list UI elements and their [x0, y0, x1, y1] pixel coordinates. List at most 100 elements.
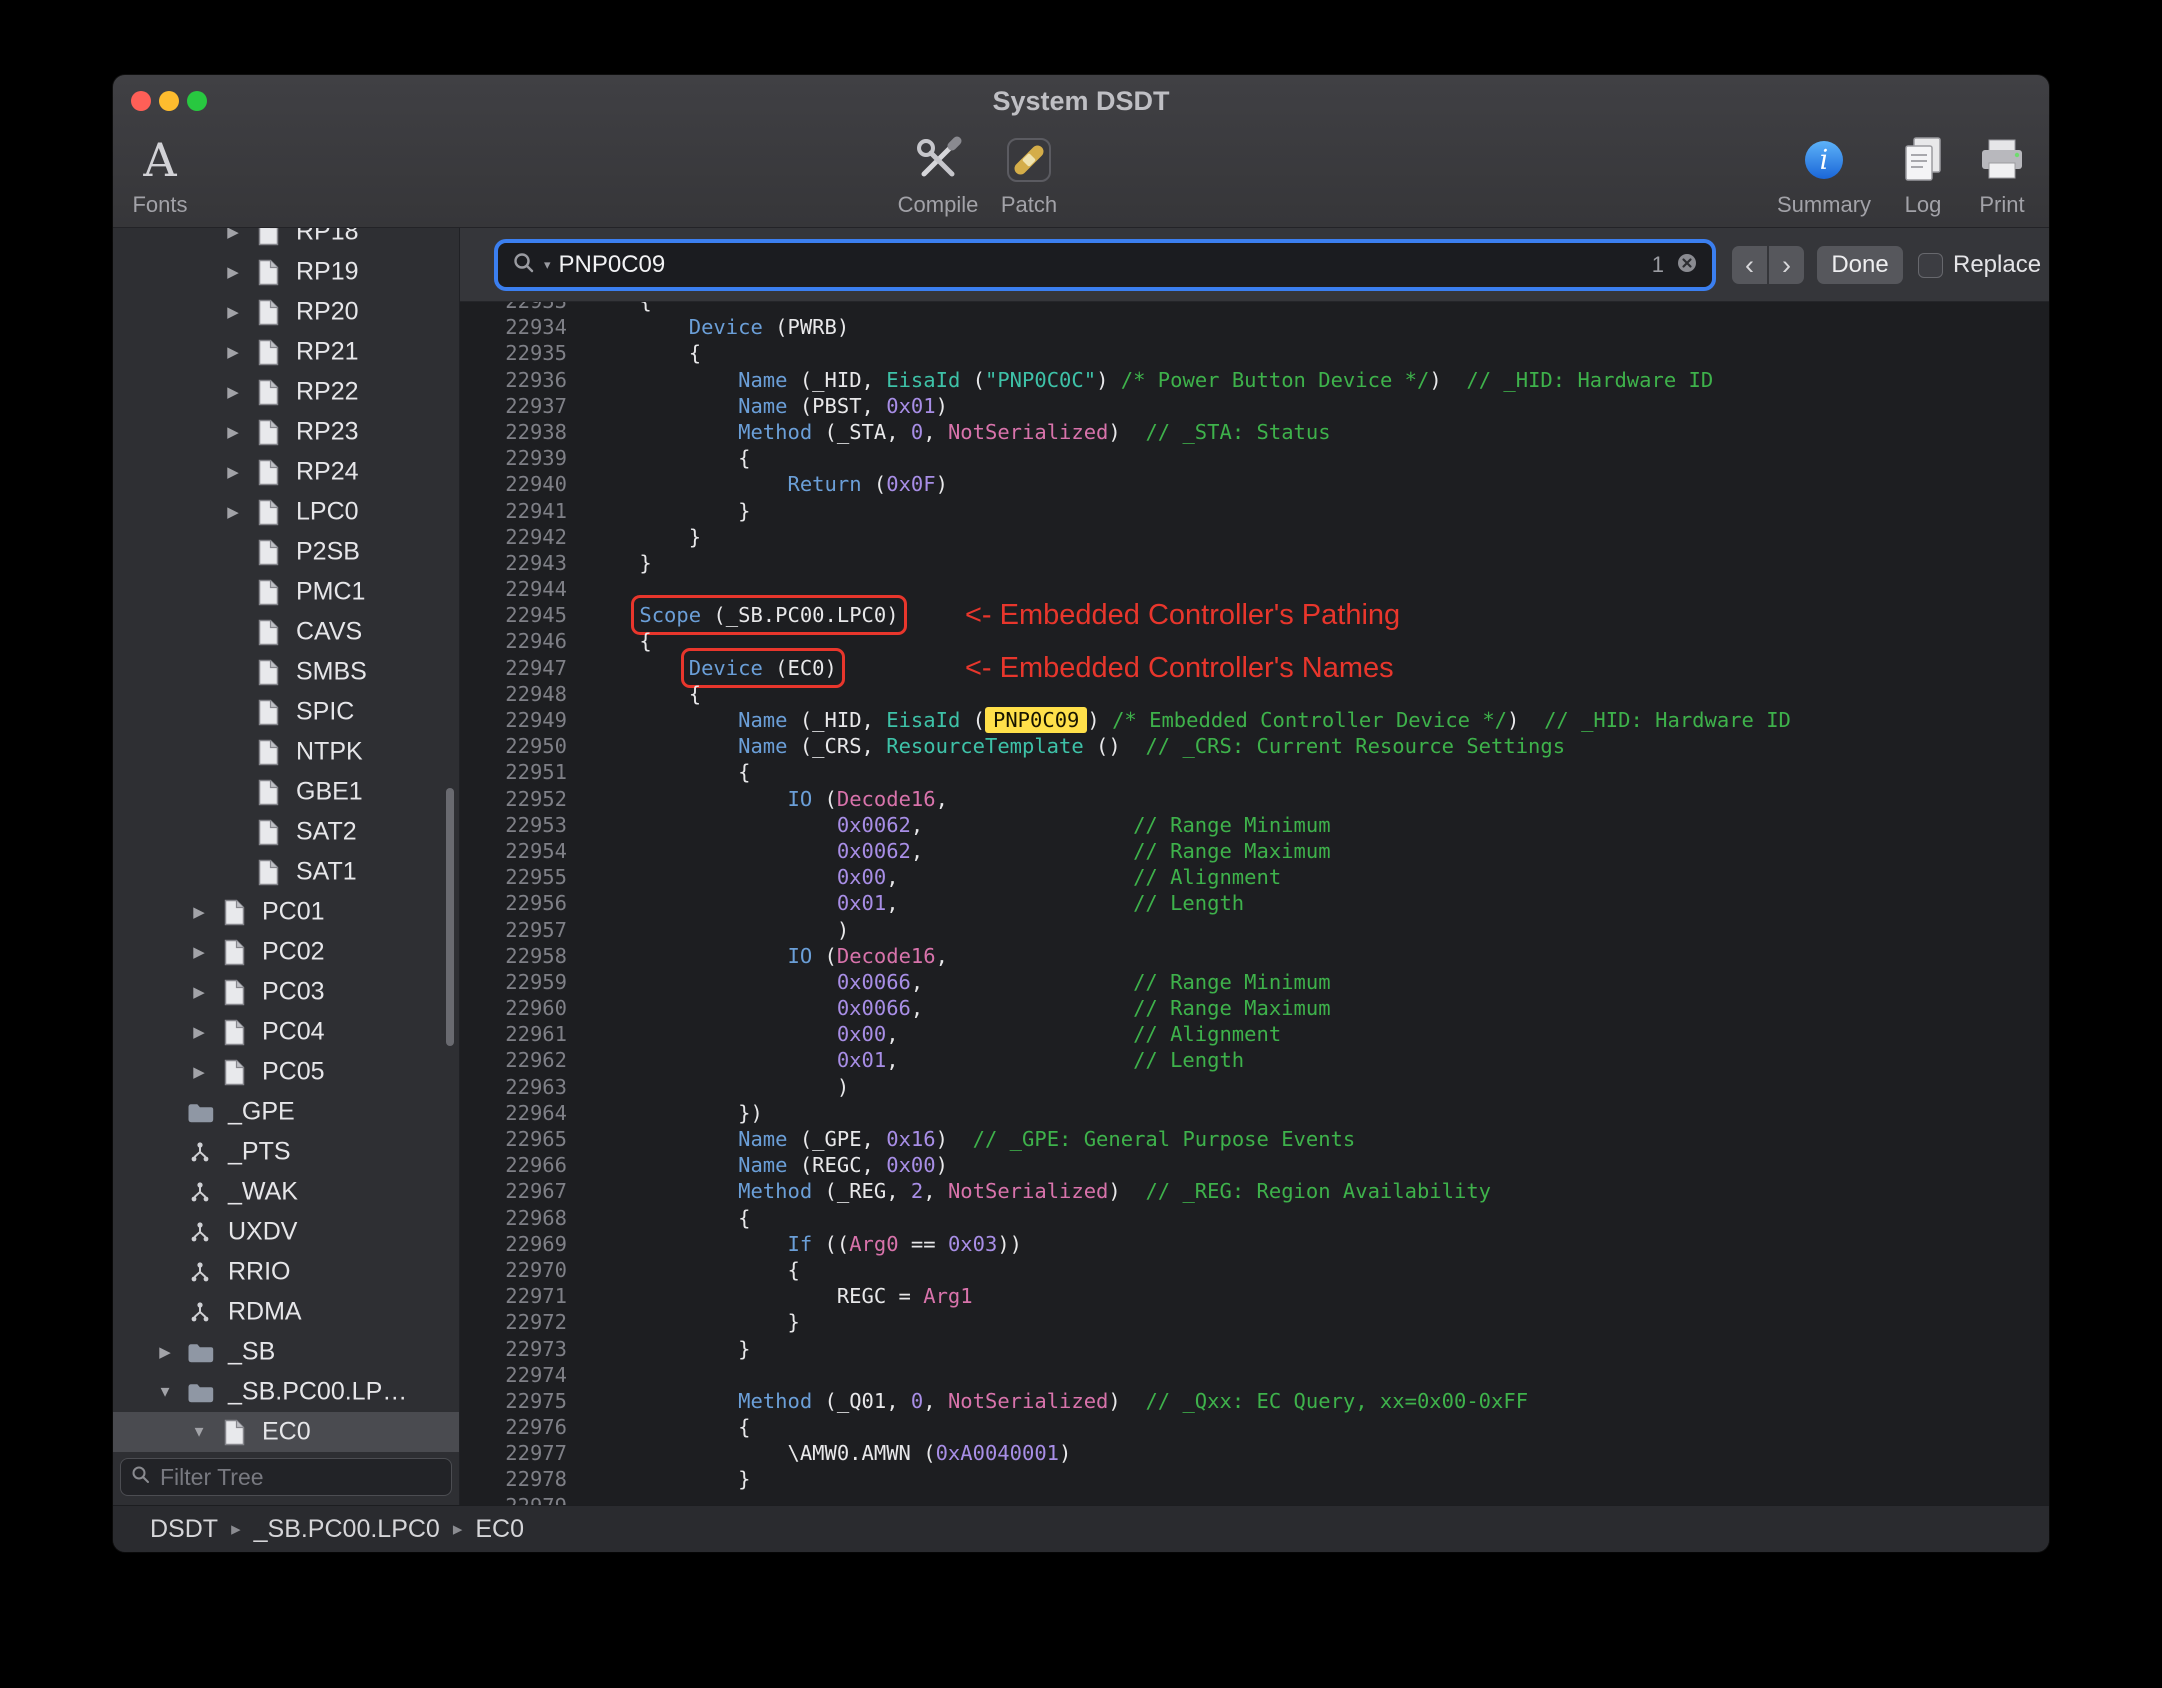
chevron-down-icon[interactable]: ▾ — [544, 257, 551, 273]
sidebar-item-rp20[interactable]: ▶ RP20 — [113, 292, 459, 332]
sidebar-item-gbe1[interactable]: GBE1 — [113, 772, 459, 812]
breadcrumb-item[interactable]: DSDT — [150, 1515, 218, 1544]
sidebar-item-label: _GPE — [228, 1097, 295, 1126]
sidebar-item-sb[interactable]: ▶ _SB — [113, 1332, 459, 1372]
replace-checkbox[interactable] — [1918, 252, 1943, 278]
sidebar-item-label: SAT2 — [296, 817, 357, 846]
code-text: Method (_STA, 0, NotSerialized) // _STA:… — [567, 419, 1330, 445]
disclosure-right-icon[interactable]: ▶ — [222, 343, 244, 361]
code-line: 22934 Device (PWRB) — [460, 314, 2049, 340]
toolbar-label: Summary — [1776, 192, 1872, 217]
sidebar-item-rp19[interactable]: ▶ RP19 — [113, 252, 459, 292]
code-token: NotSerialized — [947, 1388, 1109, 1413]
disclosure-right-icon[interactable]: ▶ — [188, 943, 210, 961]
sidebar-item-rp18[interactable]: ▶ RP18 — [113, 228, 459, 252]
disclosure-right-icon[interactable]: ▶ — [188, 1023, 210, 1041]
code-token: "PNP0C0C" — [984, 367, 1097, 392]
line-number: 22960 — [505, 996, 567, 1021]
sidebar-item-sb-pc00-lp[interactable]: ▼ _SB.PC00.LP… — [113, 1372, 459, 1412]
disclosure-right-icon[interactable]: ▶ — [222, 303, 244, 321]
previous-match-button[interactable]: ‹ — [1732, 246, 1767, 284]
disclosure-right-icon[interactable]: ▶ — [222, 503, 244, 521]
sidebar-scrollbar[interactable] — [446, 788, 454, 1046]
disclosure-right-icon[interactable]: ▶ — [222, 423, 244, 441]
sidebar-item-pmc1[interactable]: PMC1 — [113, 572, 459, 612]
disclosure-right-icon[interactable]: ▶ — [222, 263, 244, 281]
sidebar-item-pc01[interactable]: ▶ PC01 — [113, 892, 459, 932]
sidebar-item-label: RP22 — [296, 377, 359, 406]
code-line: 22969 If ((Arg0 == 0x03)) — [460, 1231, 2049, 1257]
line-number: 22973 — [505, 1336, 567, 1361]
sidebar-item-label: PMC1 — [296, 577, 366, 606]
title-bar[interactable]: System DSDT A Fonts Compile Patch i Summ… — [113, 75, 2049, 228]
sidebar-item-rrio[interactable]: RRIO — [113, 1252, 459, 1292]
breadcrumb-item[interactable]: EC0 — [475, 1515, 524, 1544]
doc-icon — [254, 778, 282, 806]
sidebar-item-ec0[interactable]: ▼ EC0 — [113, 1412, 459, 1452]
toolbar-log-button[interactable]: Log — [1878, 130, 1968, 226]
annotation-text: <- Embedded Controller's Pathing — [965, 599, 1401, 632]
code-line: 22953 0x0062, // Range Minimum — [460, 812, 2049, 838]
line-number: 22950 — [505, 734, 567, 759]
line-number: 22946 — [505, 629, 567, 654]
sidebar-item-sat2[interactable]: SAT2 — [113, 812, 459, 852]
disclosure-right-icon[interactable]: ▶ — [188, 903, 210, 921]
code-text: Return (0x0F) — [567, 471, 947, 497]
sidebar-item-uxdv[interactable]: UXDV — [113, 1212, 459, 1252]
sidebar-item-pc03[interactable]: ▶ PC03 — [113, 972, 459, 1012]
toolbar-summary-button[interactable]: i Summary — [1776, 130, 1872, 226]
disclosure-right-icon[interactable]: ▶ — [154, 1343, 176, 1361]
disclosure-right-icon[interactable]: ▶ — [188, 983, 210, 1001]
next-match-button[interactable]: › — [1769, 246, 1804, 284]
sidebar-item-rp22[interactable]: ▶ RP22 — [113, 372, 459, 412]
sidebar-item-sat1[interactable]: SAT1 — [113, 852, 459, 892]
code-token: { — [590, 1415, 751, 1440]
disclosure-right-icon[interactable]: ▶ — [222, 383, 244, 401]
sidebar-item-pts[interactable]: _PTS — [113, 1132, 459, 1172]
toolbar-print-button[interactable]: Print — [1957, 130, 2047, 226]
sidebar-item-pc04[interactable]: ▶ PC04 — [113, 1012, 459, 1052]
code-editor[interactable]: 22933 {22934 Device (PWRB)22935 {22936 N… — [460, 302, 2049, 1505]
sidebar-item-wak[interactable]: _WAK — [113, 1172, 459, 1212]
line-number: 22963 — [505, 1074, 567, 1099]
code-token: ) — [1108, 419, 1146, 444]
search-input[interactable]: ▾ PNP0C09 1 — [498, 243, 1712, 287]
disclosure-down-icon[interactable]: ▼ — [154, 1384, 176, 1401]
disclosure-down-icon[interactable]: ▼ — [188, 1424, 210, 1441]
code-line: 22952 IO (Decode16, — [460, 786, 2049, 812]
toolbar-patch-button[interactable]: Patch — [984, 130, 1074, 226]
sidebar-item-rdma[interactable]: RDMA — [113, 1292, 459, 1332]
code-line: 22957 ) — [460, 917, 2049, 943]
sidebar-item-smbs[interactable]: SMBS — [113, 652, 459, 692]
code-text: Name (PBST, 0x01) — [567, 393, 948, 419]
sidebar-item-pc05[interactable]: ▶ PC05 — [113, 1052, 459, 1092]
clear-search-icon[interactable] — [1676, 252, 1698, 279]
code-line: 22958 IO (Decode16, — [460, 943, 2049, 969]
breadcrumb-item[interactable]: _SB.PC00.LPC0 — [254, 1515, 440, 1544]
filter-tree-input[interactable]: Filter Tree — [120, 1458, 452, 1496]
sidebar-item-gpe[interactable]: _GPE — [113, 1092, 459, 1132]
sidebar-item-rp23[interactable]: ▶ RP23 — [113, 412, 459, 452]
sidebar-item-rp24[interactable]: ▶ RP24 — [113, 452, 459, 492]
done-button[interactable]: Done — [1817, 246, 1903, 284]
sidebar-item-rp21[interactable]: ▶ RP21 — [113, 332, 459, 372]
code-text: 0x0062, // Range Minimum — [567, 812, 1331, 838]
sidebar-item-spic[interactable]: SPIC — [113, 692, 459, 732]
sidebar-item-cavs[interactable]: CAVS — [113, 612, 459, 652]
code-token: 0x00 — [836, 865, 887, 890]
sidebar-item-lpc0[interactable]: ▶ LPC0 — [113, 492, 459, 532]
line-number: 22944 — [505, 577, 567, 602]
toolbar-fonts-button[interactable]: A Fonts — [115, 130, 205, 226]
sidebar-item-label: SMBS — [296, 657, 367, 686]
sidebar-item-ntpk[interactable]: NTPK — [113, 732, 459, 772]
print-icon — [1978, 130, 2026, 190]
disclosure-right-icon[interactable]: ▶ — [222, 228, 244, 241]
disclosure-right-icon[interactable]: ▶ — [188, 1063, 210, 1081]
code-token: )) — [997, 1231, 1023, 1256]
line-number: 22955 — [505, 865, 567, 890]
toolbar-compile-button[interactable]: Compile — [893, 130, 983, 226]
disclosure-right-icon[interactable]: ▶ — [222, 463, 244, 481]
sidebar-item-pc02[interactable]: ▶ PC02 — [113, 932, 459, 972]
sidebar-item-p2sb[interactable]: P2SB — [113, 532, 459, 572]
